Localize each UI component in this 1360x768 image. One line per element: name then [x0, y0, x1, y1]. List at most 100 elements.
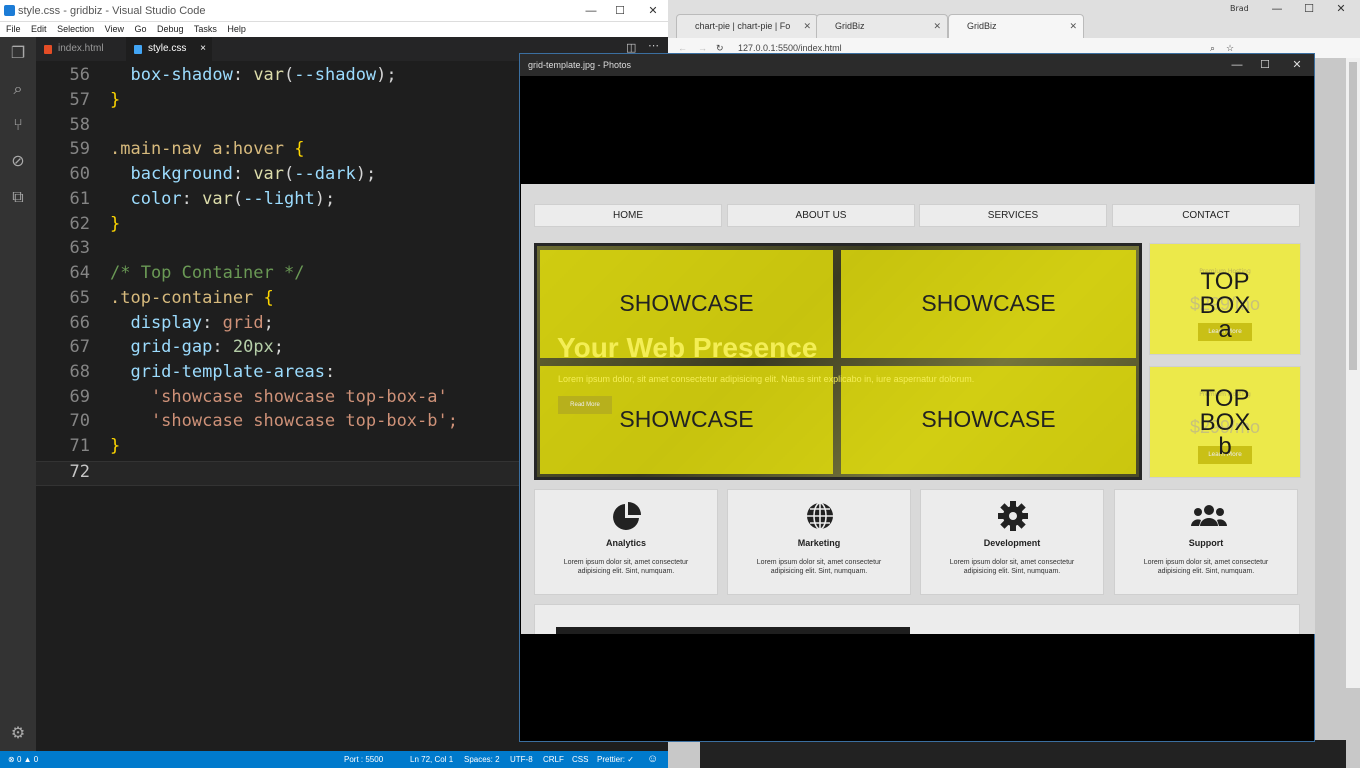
- line-number: 64: [69, 263, 90, 283]
- code-text: background: var(--dark);: [110, 164, 377, 184]
- code-line: 56 box-shadow: var(--shadow);: [36, 65, 520, 90]
- code-line: 66 display: grid;: [36, 313, 520, 338]
- top-box-label: TOP BOX a: [1199, 268, 1251, 343]
- close-icon: ✕: [1069, 21, 1077, 31]
- current-line: 72: [36, 461, 520, 486]
- tab-close-icon[interactable]: ×: [200, 37, 206, 61]
- indentation[interactable]: Spaces: 2: [464, 751, 500, 768]
- scroll-thumb[interactable]: [1349, 62, 1357, 370]
- line-number: 66: [69, 313, 90, 333]
- code-text: }: [110, 214, 121, 234]
- close-icon: ✕: [803, 21, 811, 31]
- more-actions-icon[interactable]: ⋯: [648, 39, 659, 52]
- vscode-titlebar: style.css - gridbiz - Visual Studio Code…: [0, 0, 668, 22]
- line-number: 59: [69, 139, 90, 159]
- photos-window: grid-template.jpg - Photos — ☐ ✕ HOME AB…: [519, 53, 1315, 742]
- browser-tab[interactable]: chart-pie | chart-pie | Fo ✕: [676, 14, 818, 38]
- line-number: 62: [69, 214, 90, 234]
- explorer-icon[interactable]: ❐: [8, 43, 28, 63]
- vscode-logo-icon: [4, 5, 15, 16]
- grid-template-image: HOME ABOUT US SERVICES CONTACT SHOWCASE …: [521, 184, 1315, 634]
- photos-titlebar: grid-template.jpg - Photos — ☐ ✕: [520, 54, 1314, 76]
- line-number: 72: [69, 462, 90, 482]
- maximize-button[interactable]: ☐: [603, 0, 637, 22]
- prettier-status[interactable]: Prettier: ✓: [597, 751, 634, 768]
- cog-icon: [998, 501, 1028, 531]
- debug-icon[interactable]: ⊘: [8, 151, 28, 171]
- language-mode[interactable]: CSS: [572, 751, 588, 768]
- menu-selection[interactable]: Selection: [57, 24, 94, 34]
- tab-style-css[interactable]: style.css ×: [126, 37, 212, 61]
- users-icon: [1191, 505, 1227, 526]
- code-text: grid-gap: 20px;: [110, 337, 285, 357]
- feature-marketing: Marketing Lorem ipsum dolor sit, amet co…: [727, 489, 911, 595]
- extensions-icon[interactable]: ⧉: [8, 187, 28, 207]
- top-box-label: TOP BOX b: [1199, 385, 1251, 460]
- search-icon[interactable]: ⌕: [8, 79, 28, 99]
- line-number: 61: [69, 189, 90, 209]
- hero-title: Your Web Presence: [557, 332, 818, 363]
- code-editor[interactable]: 56 box-shadow: var(--shadow); 57} 58 59.…: [36, 61, 520, 751]
- line-number: 63: [69, 238, 90, 258]
- css-file-icon: [134, 45, 142, 54]
- line-number: 58: [69, 115, 90, 135]
- code-line: 71}: [36, 436, 520, 461]
- problems-indicator[interactable]: ⊗ 0 ▲ 0: [8, 751, 38, 768]
- feature-support: Support Lorem ipsum dolor sit, amet cons…: [1114, 489, 1298, 595]
- nav-about: ABOUT US: [727, 204, 915, 227]
- nav-home: HOME: [534, 204, 722, 227]
- cursor-position[interactable]: Ln 72, Col 1: [410, 751, 453, 768]
- line-number: 70: [69, 411, 90, 431]
- feature-analytics: Analytics Lorem ipsum dolor sit, amet co…: [534, 489, 718, 595]
- status-bar: ⊗ 0 ▲ 0 Port : 5500 Ln 72, Col 1 Spaces:…: [0, 751, 668, 768]
- code-line: 60 background: var(--dark);: [36, 164, 520, 189]
- feature-development: Development Lorem ipsum dolor sit, amet …: [920, 489, 1104, 595]
- tab-index-html[interactable]: index.html: [36, 37, 126, 61]
- feature-title: Analytics: [605, 538, 647, 548]
- line-ending[interactable]: CRLF: [543, 751, 564, 768]
- bottom-section-image: [556, 627, 910, 634]
- nav-contact: CONTACT: [1112, 204, 1300, 227]
- encoding[interactable]: UTF-8: [510, 751, 533, 768]
- code-line: 63: [36, 238, 520, 263]
- code-text: 'showcase showcase top-box-b';: [110, 411, 458, 431]
- close-button[interactable]: ✕: [1280, 54, 1314, 76]
- feature-title: Marketing: [797, 538, 841, 548]
- code-text: color: var(--light);: [110, 189, 336, 209]
- profile-name[interactable]: Brad: [1230, 4, 1249, 13]
- minimize-button[interactable]: —: [1260, 2, 1294, 24]
- line-number: 68: [69, 362, 90, 382]
- feature-text: Lorem ipsum dolor sit, amet consectetur …: [1143, 559, 1269, 575]
- maximize-button[interactable]: ☐: [1248, 54, 1282, 76]
- code-line: 61 color: var(--light);: [36, 189, 520, 214]
- menu-help[interactable]: Help: [227, 24, 246, 34]
- menu-file[interactable]: File: [6, 24, 21, 34]
- code-text: 'showcase showcase top-box-a': [110, 387, 448, 407]
- feedback-smiley-icon[interactable]: ☺: [647, 751, 658, 768]
- top-box-a: Premium Hosting $299/mo Learn More TOP B…: [1149, 243, 1301, 355]
- globe-icon: [807, 502, 833, 530]
- code-line: 69 'showcase showcase top-box-a': [36, 387, 520, 412]
- browser-tab[interactable]: GridBiz ✕: [816, 14, 948, 38]
- source-control-icon[interactable]: ⑂: [8, 115, 28, 135]
- showcase-cell: SHOWCASE: [841, 250, 1136, 358]
- html-file-icon: [44, 45, 52, 54]
- feature-text: Lorem ipsum dolor sit, amet consectetur …: [949, 559, 1075, 575]
- menu-debug[interactable]: Debug: [157, 24, 184, 34]
- code-line: 64 /* Top Container */: [36, 263, 520, 288]
- live-server-port[interactable]: Port : 5500: [344, 751, 383, 768]
- maximize-button[interactable]: ☐: [1292, 2, 1326, 24]
- tab-label: style.css: [148, 43, 187, 54]
- settings-gear-icon[interactable]: ⚙: [8, 723, 28, 743]
- code-comment: /* Top Container */: [110, 263, 305, 283]
- line-number: 67: [69, 337, 90, 357]
- close-button[interactable]: ✕: [1324, 2, 1358, 24]
- menu-go[interactable]: Go: [134, 24, 146, 34]
- browser-tab-active[interactable]: GridBiz ✕: [948, 14, 1084, 38]
- code-line: 70 'showcase showcase top-box-b';: [36, 411, 520, 436]
- menu-tasks[interactable]: Tasks: [194, 24, 217, 34]
- close-button[interactable]: ✕: [636, 0, 670, 22]
- menu-view[interactable]: View: [105, 24, 124, 34]
- code-text: grid-template-areas:: [110, 362, 336, 382]
- menu-edit[interactable]: Edit: [31, 24, 47, 34]
